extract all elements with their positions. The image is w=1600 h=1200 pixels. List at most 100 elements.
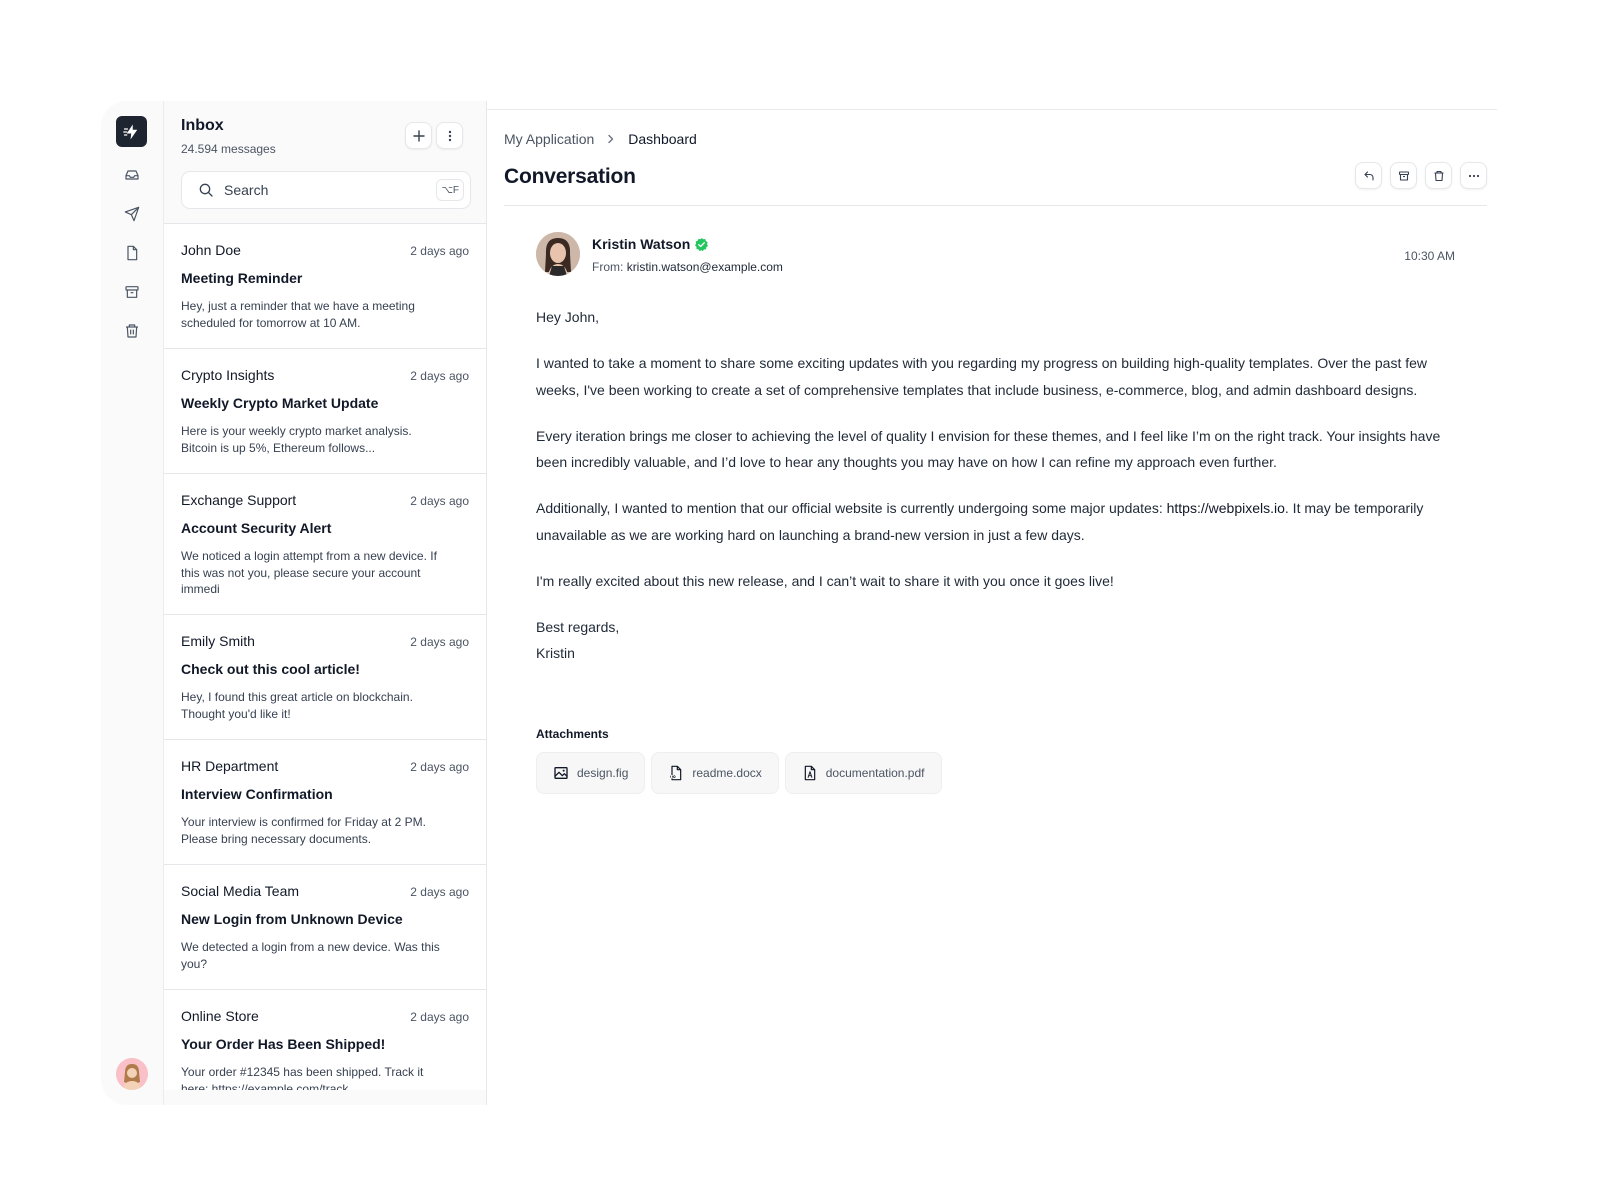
breadcrumb-current: Dashboard bbox=[628, 131, 697, 147]
message-subject: Account Security Alert bbox=[181, 520, 332, 536]
conversation-panel: My Application Dashboard Conversation Kr… bbox=[487, 101, 1504, 1105]
page-title: Conversation bbox=[504, 165, 636, 188]
message-subject: Meeting Reminder bbox=[181, 270, 303, 286]
message-sender: HR Department bbox=[181, 758, 279, 774]
message-sender: Emily Smith bbox=[181, 633, 255, 649]
website-link[interactable]: https://webpixels.io bbox=[1167, 500, 1285, 516]
attachments-title: Attachments bbox=[536, 727, 609, 741]
message-sender: Online Store bbox=[181, 1008, 259, 1024]
message-list: John Doe 2 days ago Meeting Reminder Hey… bbox=[164, 224, 486, 1090]
message-time: 2 days ago bbox=[410, 369, 469, 383]
sender-avatar bbox=[536, 232, 580, 276]
message-timestamp: 10:30 AM bbox=[1404, 249, 1455, 263]
message-time: 2 days ago bbox=[410, 1010, 469, 1024]
message-greeting: Hey John, bbox=[536, 309, 600, 325]
message-sender: Crypto Insights bbox=[181, 367, 275, 383]
app-window: Inbox 24.594 messages ⌥F John Doe 2 days… bbox=[101, 101, 1504, 1105]
divider bbox=[504, 205, 1487, 206]
breadcrumb-parent[interactable]: My Application bbox=[504, 131, 594, 147]
search-shortcut: ⌥F bbox=[436, 179, 464, 201]
message-paragraph: Every iteration brings me closer to achi… bbox=[536, 427, 1441, 471]
message-item[interactable]: Social Media Team 2 days ago New Login f… bbox=[164, 865, 486, 990]
archive-icon bbox=[1398, 170, 1409, 181]
sender-name-text: Kristin Watson bbox=[592, 236, 691, 252]
message-preview: We noticed a login attempt from a new de… bbox=[181, 549, 437, 596]
sender-name: Kristin Watson bbox=[592, 236, 709, 252]
message-item[interactable]: HR Department 2 days ago Interview Confi… bbox=[164, 740, 486, 865]
attachment-name: design.fig bbox=[577, 766, 629, 780]
inbox-menu-button[interactable] bbox=[436, 122, 463, 149]
send-icon[interactable] bbox=[121, 203, 143, 225]
user-avatar[interactable] bbox=[116, 1058, 148, 1090]
more-button[interactable] bbox=[1460, 162, 1487, 189]
message-item[interactable]: Crypto Insights 2 days ago Weekly Crypto… bbox=[164, 349, 486, 474]
conversation-actions bbox=[1355, 162, 1487, 189]
message-header: Kristin Watson From: kristin.watson@exam… bbox=[536, 232, 1455, 278]
message-time: 2 days ago bbox=[410, 760, 469, 774]
archive-icon[interactable] bbox=[121, 281, 143, 303]
message-item[interactable]: Online Store 2 days ago Your Order Has B… bbox=[164, 990, 486, 1090]
more-horizontal-icon bbox=[1468, 174, 1479, 177]
message-paragraph: Additionally, I wanted to mention that o… bbox=[536, 495, 1446, 548]
compose-button[interactable] bbox=[405, 122, 432, 149]
message-time: 2 days ago bbox=[410, 635, 469, 649]
search-icon bbox=[198, 182, 214, 198]
attachment-item[interactable]: readme.docx bbox=[651, 752, 779, 794]
message-subject: Interview Confirmation bbox=[181, 786, 333, 802]
message-preview: Hey, I found this great article on block… bbox=[181, 690, 413, 721]
trash-icon[interactable] bbox=[121, 320, 143, 342]
delete-button[interactable] bbox=[1425, 162, 1452, 189]
reply-button[interactable] bbox=[1355, 162, 1382, 189]
user-avatar-image bbox=[116, 1058, 148, 1090]
inbox-icon[interactable] bbox=[121, 164, 143, 186]
trash-icon bbox=[1434, 170, 1443, 181]
from-email[interactable]: kristin.watson@example.com bbox=[627, 260, 783, 274]
lightning-icon bbox=[122, 124, 137, 139]
image-icon bbox=[553, 765, 569, 781]
message-signoff: Best regards, bbox=[536, 618, 620, 635]
message-preview: Your interview is confirmed for Friday a… bbox=[181, 815, 426, 846]
inbox-panel: Inbox 24.594 messages ⌥F John Doe 2 days… bbox=[164, 101, 487, 1105]
sender-avatar-image bbox=[536, 232, 580, 276]
message-subject: Check out this cool article! bbox=[181, 661, 360, 677]
attachment-name: documentation.pdf bbox=[825, 766, 925, 780]
reply-icon bbox=[1363, 170, 1374, 181]
message-count: 24.594 messages bbox=[181, 142, 276, 156]
search-input[interactable] bbox=[224, 182, 424, 198]
message-time: 2 days ago bbox=[410, 494, 469, 508]
message-subject: Your Order Has Been Shipped! bbox=[181, 1036, 386, 1052]
message-body: Hey John, I wanted to take a moment to s… bbox=[536, 304, 1446, 667]
archive-button[interactable] bbox=[1390, 162, 1417, 189]
message-sender: Exchange Support bbox=[181, 492, 297, 508]
conversation-view: My Application Dashboard Conversation Kr… bbox=[487, 109, 1504, 1105]
inbox-header: Inbox 24.594 messages ⌥F bbox=[164, 101, 486, 224]
file-icon[interactable] bbox=[121, 242, 143, 264]
message-sender: Social Media Team bbox=[181, 883, 300, 899]
more-vertical-icon bbox=[448, 130, 451, 141]
search-box: ⌥F bbox=[181, 171, 471, 209]
message-text: Additionally, I wanted to mention that o… bbox=[536, 500, 1167, 516]
message-time: 2 days ago bbox=[410, 244, 469, 258]
plus-icon bbox=[412, 129, 425, 142]
message-paragraph: I wanted to take a moment to share some … bbox=[536, 355, 1428, 398]
message-subject: New Login from Unknown Device bbox=[181, 911, 403, 927]
app-logo[interactable] bbox=[116, 116, 147, 147]
message-signature: Kristin bbox=[536, 645, 575, 661]
message-item[interactable]: Exchange Support 2 days ago Account Secu… bbox=[164, 474, 486, 615]
breadcrumb: My Application Dashboard bbox=[504, 131, 697, 147]
from-label: From: bbox=[592, 260, 624, 274]
pdf-icon bbox=[802, 765, 818, 781]
message-time: 2 days ago bbox=[410, 885, 469, 899]
attachment-item[interactable]: design.fig bbox=[536, 752, 646, 794]
verified-badge-icon bbox=[694, 237, 709, 252]
from-line: From: kristin.watson@example.com bbox=[592, 260, 783, 274]
chevron-right-icon bbox=[606, 134, 616, 144]
message-paragraph: I'm really excited about this new releas… bbox=[536, 572, 1114, 589]
message-sender: John Doe bbox=[181, 242, 241, 258]
message-preview: Hey, just a reminder that we have a meet… bbox=[181, 299, 415, 330]
message-preview: Your order #12345 has been shipped. Trac… bbox=[181, 1065, 424, 1090]
inbox-title: Inbox bbox=[181, 117, 224, 134]
attachment-item[interactable]: documentation.pdf bbox=[784, 752, 942, 794]
message-item[interactable]: John Doe 2 days ago Meeting Reminder Hey… bbox=[164, 224, 486, 349]
message-item[interactable]: Emily Smith 2 days ago Check out this co… bbox=[164, 615, 486, 740]
